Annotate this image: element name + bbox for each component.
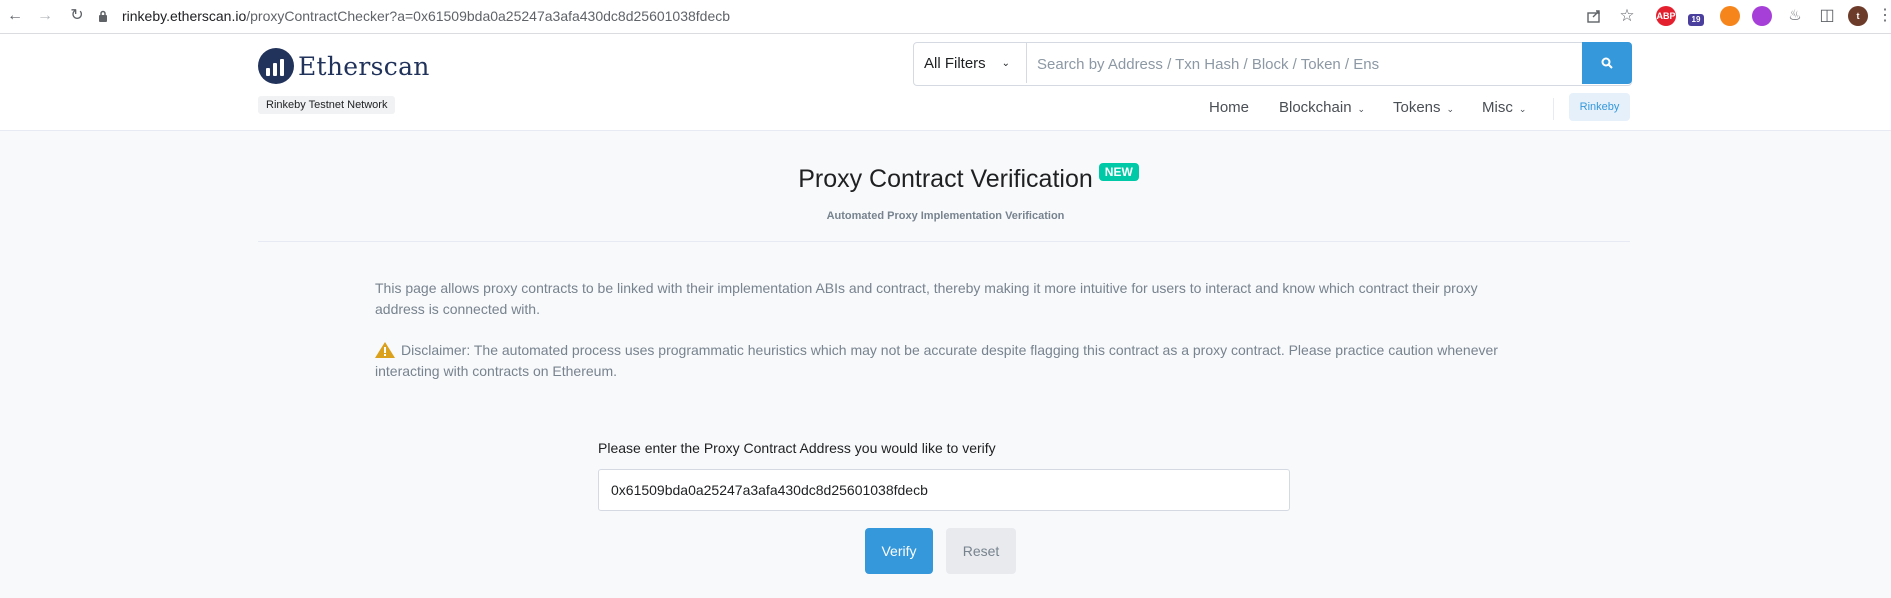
- nav-divider: [1553, 98, 1554, 120]
- extension-icon[interactable]: [1752, 6, 1772, 26]
- nav-blockchain[interactable]: Blockchain ⌄: [1279, 98, 1365, 119]
- kebab-menu-icon[interactable]: ⋮: [1874, 5, 1891, 27]
- new-badge: NEW: [1098, 163, 1139, 181]
- search-icon: [1601, 57, 1613, 69]
- disclaimer-text: Disclaimer: The automated process uses p…: [375, 342, 1498, 379]
- page-title: Proxy Contract Verification NEW: [798, 163, 1139, 194]
- side-panel-icon[interactable]: ◫: [1816, 5, 1838, 27]
- nav-blockchain-label: Blockchain: [1279, 99, 1352, 116]
- url-text: rinkeby.etherscan.io/proxyContractChecke…: [122, 8, 730, 24]
- filter-label: All Filters: [924, 54, 986, 72]
- address-input-label: Please enter the Proxy Contract Address …: [598, 440, 996, 456]
- reset-button[interactable]: Reset: [946, 528, 1016, 574]
- url-host: rinkeby.etherscan.io: [122, 8, 247, 24]
- proxy-address-input[interactable]: [598, 469, 1290, 511]
- forward-icon[interactable]: →: [34, 5, 56, 27]
- filter-dropdown[interactable]: All Filters ⌄: [914, 43, 1027, 83]
- warning-icon: [375, 342, 395, 358]
- page-subtitle: Automated Proxy Implementation Verificat…: [826, 210, 1065, 222]
- logo-icon: [258, 48, 294, 84]
- section-divider: [258, 241, 1630, 242]
- url-path: /proxyContractChecker?a=0x61509bda0a2524…: [246, 8, 731, 24]
- adblock-icon[interactable]: ABP: [1656, 6, 1676, 26]
- page-header: Proxy Contract Verification NEW: [0, 163, 1891, 194]
- chevron-down-icon: ⌄: [1518, 104, 1527, 114]
- browser-toolbar: ← → ↻ rinkeby.etherscan.io/proxyContract…: [0, 0, 1891, 34]
- logo-text: Etherscan: [298, 51, 430, 81]
- nav-tokens-label: Tokens: [1393, 99, 1441, 116]
- address-bar[interactable]: rinkeby.etherscan.io/proxyContractChecke…: [98, 3, 1638, 29]
- site-header: Etherscan Rinkeby Testnet Network All Fi…: [0, 34, 1891, 131]
- nav-home[interactable]: Home: [1209, 98, 1249, 118]
- page-title-text: Proxy Contract Verification: [798, 165, 1093, 193]
- extension-badge-icon[interactable]: 19: [1688, 14, 1704, 26]
- search-input[interactable]: [1027, 43, 1582, 85]
- reload-icon[interactable]: ↻: [66, 5, 88, 27]
- metamask-icon[interactable]: [1720, 6, 1740, 26]
- chevron-down-icon: ⌄: [1357, 104, 1366, 114]
- verify-button[interactable]: Verify: [865, 528, 933, 574]
- nav-tokens[interactable]: Tokens ⌄: [1393, 98, 1454, 119]
- search-button[interactable]: [1582, 42, 1632, 84]
- nav-misc[interactable]: Misc ⌄: [1482, 98, 1526, 119]
- search-bar: All Filters ⌄: [913, 42, 1632, 86]
- share-icon[interactable]: [1586, 8, 1602, 24]
- profile-avatar[interactable]: t: [1848, 6, 1868, 26]
- puzzle-icon[interactable]: ♨: [1784, 5, 1806, 27]
- nav-misc-label: Misc: [1482, 99, 1513, 116]
- back-icon[interactable]: ←: [4, 5, 26, 27]
- chevron-down-icon: ⌄: [1446, 104, 1455, 114]
- disclaimer: Disclaimer: The automated process uses p…: [375, 340, 1515, 382]
- network-switch-button[interactable]: Rinkeby: [1569, 93, 1630, 121]
- intro-text: This page allows proxy contracts to be l…: [375, 280, 1478, 317]
- chevron-down-icon: ⌄: [1001, 57, 1011, 69]
- lock-icon: [99, 10, 107, 22]
- etherscan-logo[interactable]: Etherscan: [258, 48, 430, 84]
- bookmark-star-icon[interactable]: ☆: [1616, 5, 1638, 27]
